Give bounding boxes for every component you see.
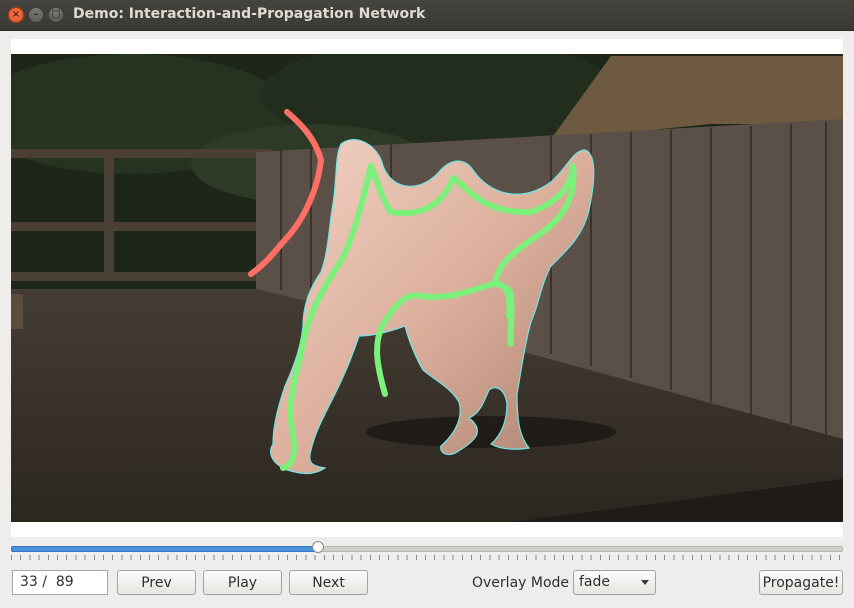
next-button[interactable]: Next [289,570,368,595]
camel-shadow [366,416,616,448]
video-canvas[interactable] [11,39,843,537]
dropdown-arrow-icon [641,580,649,585]
minimize-window-icon[interactable]: – [28,7,44,23]
slider-handle[interactable] [312,541,324,553]
overlay-mode-select[interactable]: fade [573,570,656,595]
prev-button[interactable]: Prev [117,570,196,595]
frame-slider[interactable] [11,540,843,564]
overlay-mode-value: fade [579,574,611,590]
window-title: Demo: Interaction-and-Propagation Networ… [73,6,426,22]
close-window-icon[interactable]: × [8,7,24,23]
overlay-mode-label: Overlay Mode [472,575,570,591]
maximize-window-icon[interactable]: □ [48,7,64,23]
frame-counter: 33 / 89 [12,570,108,595]
video-frame-image[interactable] [11,54,843,522]
title-bar: × – □ Demo: Interaction-and-Propagation … [0,0,854,31]
play-button[interactable]: Play [203,570,282,595]
slider-ticks [11,555,843,560]
propagate-button[interactable]: Propagate! [759,570,843,595]
slider-progress-fill [11,546,320,552]
